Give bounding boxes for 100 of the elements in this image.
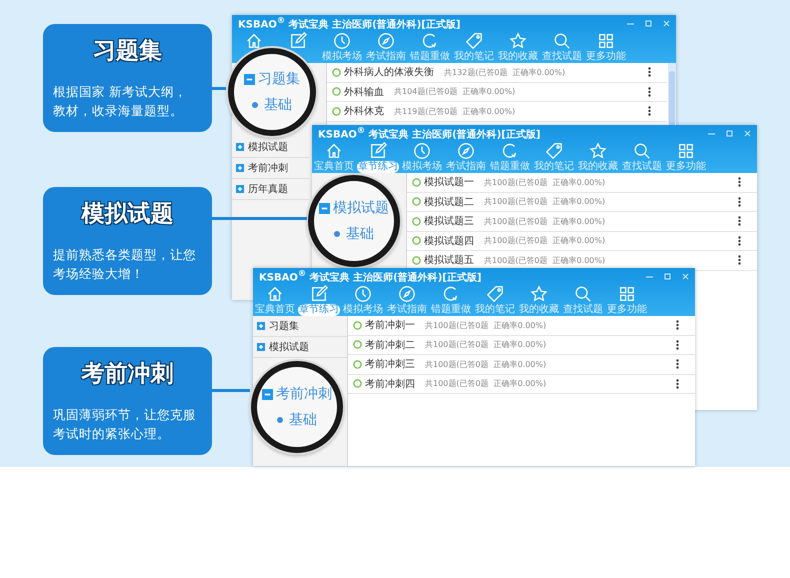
toolbar-button[interactable]: 考试指南 xyxy=(444,140,488,173)
item-stats: 共100题(已答0题 正确率0.00%) xyxy=(484,196,606,208)
list-row[interactable]: 外科病人的体液失衡 共132题(已答0题 正确率0.00%) xyxy=(327,63,667,82)
card-description: 教材，收录海量题型。 xyxy=(53,102,183,120)
toolbar-button[interactable]: 我的收藏 xyxy=(576,140,620,173)
clock-icon xyxy=(413,142,431,160)
pencil-icon xyxy=(289,32,307,50)
toolbar-button[interactable]: 我的笔记 xyxy=(532,140,576,173)
status-circle-icon xyxy=(412,216,421,226)
more-icon[interactable] xyxy=(676,378,679,389)
item-name: 模拟试题五 xyxy=(424,254,474,268)
tag-icon xyxy=(545,142,563,160)
card-title: 习题集 xyxy=(93,37,162,66)
pencil-icon xyxy=(369,142,387,160)
toolbar-button[interactable]: 章节练习 xyxy=(356,140,400,173)
toolbar-button[interactable]: 宝典首页 xyxy=(253,283,297,316)
card-description: 考试时的紧张心理。 xyxy=(53,425,170,443)
more-icon[interactable] xyxy=(676,340,679,350)
list-row[interactable]: 模拟试题四 共100题(已答0题 正确率0.00%) xyxy=(407,232,757,251)
toolbar-button[interactable]: 更多功能 xyxy=(605,283,649,316)
list-row[interactable]: 考前冲刺四 共100题(已答0题 正确率0.00%) xyxy=(348,374,695,394)
status-circle-icon xyxy=(412,236,421,246)
close-icon[interactable] xyxy=(744,130,751,136)
sidebar-item[interactable]: 历年真题 xyxy=(232,179,309,200)
toolbar-button[interactable]: 宝典首页 xyxy=(312,140,356,173)
tag-icon xyxy=(465,32,483,50)
magnified-label: 习题集 xyxy=(258,70,300,88)
magnified-label: 基础 xyxy=(264,96,292,114)
compass-icon xyxy=(457,142,475,160)
status-circle-icon xyxy=(412,197,421,206)
toolbar-button[interactable]: 我的收藏 xyxy=(517,283,561,316)
more-icon[interactable] xyxy=(676,320,679,330)
more-icon[interactable] xyxy=(738,216,741,226)
toolbar-button[interactable]: 模拟考场 xyxy=(341,283,385,316)
list-row[interactable]: 考前冲刺一 共100题(已答0题 正确率0.00%) xyxy=(348,316,695,336)
maximize-icon[interactable] xyxy=(645,20,652,26)
toolbar-button[interactable]: 考试指南 xyxy=(385,283,429,316)
maximize-icon[interactable] xyxy=(726,130,733,136)
card-description: 考场经验大增！ xyxy=(53,265,144,283)
magnified-label: 基础 xyxy=(289,411,317,429)
toolbar-button[interactable]: 错题重做 xyxy=(408,30,452,63)
item-stats: 共100题(已答0题 正确率0.00%) xyxy=(484,216,606,227)
toolbar-button[interactable]: 错题重做 xyxy=(488,140,532,173)
toolbar-button[interactable]: 查找试题 xyxy=(620,140,664,173)
toolbar-button[interactable]: 查找试题 xyxy=(561,283,605,316)
search-icon xyxy=(633,142,651,160)
list-row[interactable]: 模拟试题二 共100题(已答0题 正确率0.00%) xyxy=(407,192,757,212)
close-icon[interactable] xyxy=(663,20,670,26)
sidebar-item[interactable]: 考前冲刺 xyxy=(232,158,309,179)
status-circle-icon xyxy=(353,360,362,369)
compass-icon xyxy=(398,285,416,303)
item-name: 考前冲刺一 xyxy=(365,318,415,332)
bullet-icon xyxy=(252,102,258,108)
item-name: 考前冲刺四 xyxy=(365,378,415,391)
status-circle-icon xyxy=(353,379,362,388)
status-circle-icon xyxy=(332,68,341,77)
magnified-label: 基础 xyxy=(346,225,374,243)
more-icon[interactable] xyxy=(738,236,741,246)
list-row[interactable]: 考前冲刺二 共100题(已答0题 正确率0.00%) xyxy=(348,336,695,355)
maximize-icon[interactable] xyxy=(664,272,671,280)
toolbar-button[interactable]: 考试指南 xyxy=(364,30,408,63)
item-stats: 共132题(已答0题 正确率0.00%) xyxy=(444,66,566,78)
bullet-icon xyxy=(277,417,283,423)
toolbar-button[interactable]: 我的收藏 xyxy=(496,30,540,63)
list-row[interactable]: 考前冲刺三 共100题(已答0题 正确率0.00%) xyxy=(348,355,695,374)
list-row[interactable]: 模拟试题一 共100题(已答0题 正确率0.00%) xyxy=(407,173,757,192)
toolbar-button[interactable]: 模拟考场 xyxy=(320,30,364,63)
toolbar-button[interactable]: 章节练习 xyxy=(297,283,341,316)
window-title: KSBAO$^{®}$ 考试宝典 主治医师(普通外科)[正式版] xyxy=(259,268,482,285)
window-title: KSBAO$^{®}$ 考试宝典 主治医师(普通外科)[正式版] xyxy=(318,125,540,142)
home-icon xyxy=(266,285,284,303)
item-stats: 共100题(已答0题 正确率0.00%) xyxy=(425,339,546,350)
more-icon[interactable] xyxy=(648,86,651,97)
more-icon[interactable] xyxy=(738,255,741,266)
more-icon[interactable] xyxy=(676,359,679,370)
item-stats: 共100题(已答0题 正确率0.00%) xyxy=(484,176,606,188)
list-row[interactable]: 模拟试题三 共100题(已答0题 正确率0.00%) xyxy=(407,212,757,232)
item-name: 外科休克 xyxy=(344,104,384,118)
toolbar-button[interactable]: 更多功能 xyxy=(664,140,708,173)
sidebar-item[interactable]: 模拟试题 xyxy=(253,337,347,358)
sidebar-item[interactable]: 习题集 xyxy=(253,316,347,337)
scrollbar[interactable] xyxy=(668,63,676,123)
item-stats: 共100题(已答0题 正确率0.00%) xyxy=(425,378,546,390)
list-row[interactable]: 外科输血 共104题(已答0题 正确率0.00%) xyxy=(327,82,667,102)
more-icon[interactable] xyxy=(648,106,651,116)
toolbar-button[interactable]: 错题重做 xyxy=(429,283,473,316)
more-icon[interactable] xyxy=(738,196,741,207)
toolbar-button[interactable]: 我的笔记 xyxy=(452,30,496,63)
item-name: 外科输血 xyxy=(344,86,384,99)
toolbar-button[interactable]: 更多功能 xyxy=(584,30,628,63)
toolbar-button[interactable]: 我的笔记 xyxy=(473,283,517,316)
more-icon[interactable] xyxy=(648,67,651,78)
card-title: 考前冲刺 xyxy=(82,360,174,389)
toolbar-button[interactable]: 查找试题 xyxy=(540,30,584,63)
list-row[interactable]: 外科休克 共119题(已答0题 正确率0.00%) xyxy=(327,102,667,122)
close-icon[interactable] xyxy=(682,272,689,280)
toolbar-button[interactable]: 模拟考场 xyxy=(400,140,444,173)
window-title: KSBAO$^{®}$ 考试宝典 主治医师(普通外科)[正式版] xyxy=(238,15,460,32)
status-circle-icon xyxy=(353,320,362,330)
more-icon[interactable] xyxy=(738,177,741,188)
